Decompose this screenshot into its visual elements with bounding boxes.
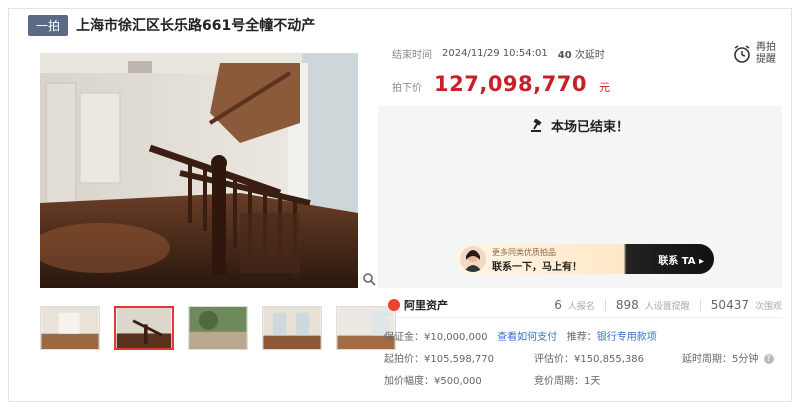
divider (604, 299, 606, 311)
recommend-label: 推荐： (566, 332, 597, 343)
price-label: 拍下价 (392, 83, 422, 94)
bid-period-value: 1天 (584, 376, 601, 387)
thumbnail-strip (40, 306, 396, 350)
price-unit: 元 (598, 81, 610, 94)
signup-count: 6 (554, 298, 562, 312)
reminder-label: 人设置提醒 (644, 301, 690, 312)
increment-row: 加价幅度：¥500,000 (384, 372, 482, 387)
zoom-icon[interactable] (362, 272, 376, 286)
signup-label: 人报名 (567, 301, 595, 312)
auction-round-tag: 一拍 (28, 14, 69, 36)
bid-period-row: 竞价周期：1天 (534, 372, 600, 387)
end-time-label: 结束时间 (392, 50, 432, 61)
end-time-row: 结束时间 2024/11/29 10:54:01 40 次延时 (392, 46, 605, 61)
brand-name: 阿里资产 (404, 299, 448, 312)
payment-help-link[interactable]: 查看如何支付 (497, 332, 557, 343)
deposit-label: 保证金： (384, 332, 424, 343)
start-price-label: 起拍价： (384, 354, 424, 365)
final-price: 127,098,770 (434, 72, 587, 96)
contact-button[interactable]: 联系 TA ▸ (658, 252, 704, 267)
auction-info-panel: 结束时间 2024/11/29 10:54:01 40 次延时 拍下价 127,… (378, 38, 782, 106)
increment-label: 加价幅度： (384, 376, 434, 387)
auction-ended-status: 本场已结束！ (378, 116, 782, 135)
page-title: 上海市徐汇区长乐路661号全幢不动产 (76, 18, 316, 34)
agent-avatar (460, 246, 486, 272)
section-divider (380, 317, 782, 318)
view-label: 次围观 (754, 301, 782, 312)
title-row: 一拍 上海市徐汇区长乐路661号全幢不动产 (28, 14, 315, 36)
staircase-photo (40, 53, 358, 288)
promo-line-1: 更多同类优质拍品 (492, 248, 556, 257)
delay-period-value: 5分钟 (732, 354, 759, 365)
gavel-icon (530, 118, 542, 132)
appraisal-value: ¥150,855,386 (574, 354, 644, 365)
start-price-value: ¥105,598,770 (424, 354, 494, 365)
bid-period-label: 竞价周期： (534, 376, 584, 387)
contact-agent-banner[interactable]: 更多同类优质拍品 联系一下，马上有！ 联系 TA ▸ (456, 244, 714, 274)
ali-assets-logo-icon (388, 299, 400, 311)
view-count: 50437 (710, 298, 749, 312)
remind-button[interactable]: 再拍提醒 (732, 42, 778, 66)
delay-count: 40 (557, 50, 572, 61)
thumbnail-2[interactable] (114, 306, 174, 350)
alarm-clock-icon (734, 45, 750, 63)
appraisal-row: 评估价：¥150,855,386 (534, 350, 644, 365)
reminder-count: 898 (615, 298, 639, 312)
delay-period-row: 延时周期：5分钟 ? (682, 350, 774, 365)
divider (699, 299, 701, 311)
brand[interactable]: 阿里资产 (388, 297, 448, 313)
thumbnail-1[interactable] (40, 306, 100, 350)
help-icon[interactable]: ? (763, 354, 774, 364)
deposit-row: 保证金：¥10,000,000 查看如何支付 推荐：银行专用款项 (384, 328, 657, 343)
deposit-value: ¥10,000,000 (424, 332, 488, 343)
delay-period-label: 延时周期： (682, 354, 732, 365)
increment-value: ¥500,000 (434, 376, 482, 387)
remind-label: 再拍提醒 (756, 42, 776, 65)
price-row: 拍下价 127,098,770 元 (392, 72, 610, 96)
stats-row: 阿里资产 6 人报名 898 人设置提醒 50437 次围观 (388, 296, 782, 314)
delay-count-group: 40 次延时 (558, 46, 605, 61)
end-time-value: 2024/11/29 10:54:01 (442, 48, 548, 59)
main-photo[interactable] (40, 53, 358, 288)
ended-message: 本场已结束！ (550, 120, 629, 135)
promo-line-2: 联系一下，马上有！ (492, 262, 582, 273)
appraisal-label: 评估价： (534, 354, 574, 365)
bank-fund-link[interactable]: 银行专用款项 (597, 332, 657, 343)
start-price-row: 起拍价：¥105,598,770 (384, 350, 494, 365)
thumbnail-3[interactable] (188, 306, 248, 350)
thumbnail-4[interactable] (262, 306, 322, 350)
delay-text: 次延时 (574, 50, 605, 61)
stat-group: 6 人报名 898 人设置提醒 50437 次围观 (554, 298, 782, 312)
